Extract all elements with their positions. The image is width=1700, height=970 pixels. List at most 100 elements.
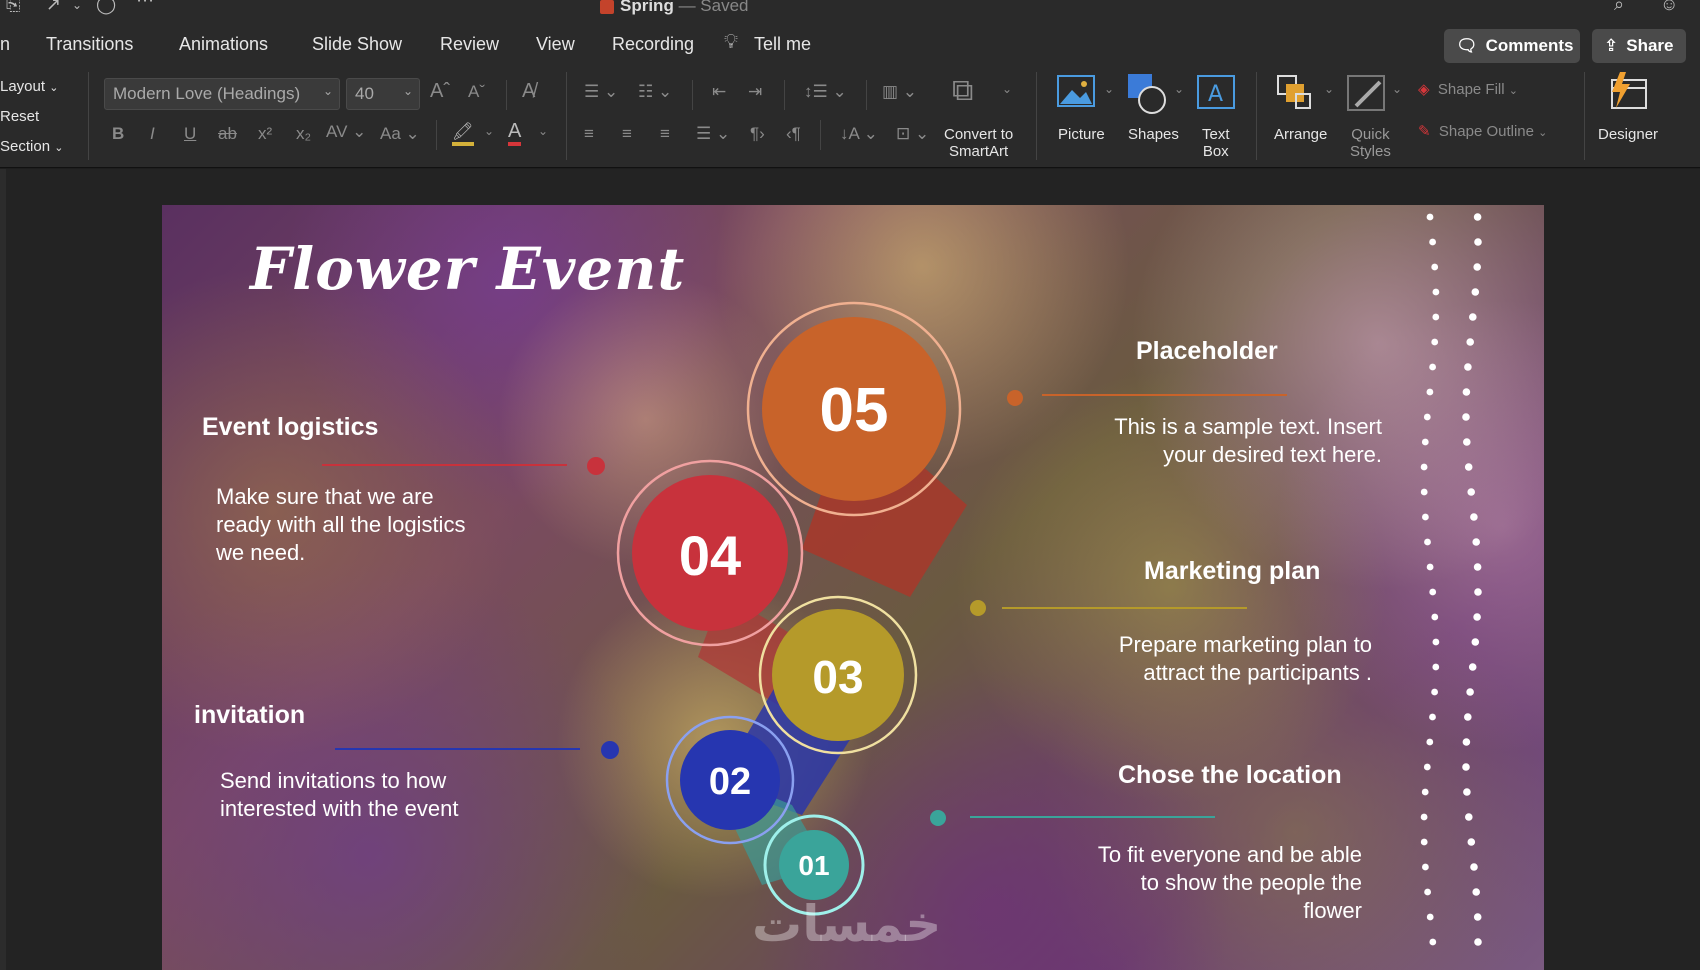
account-icon[interactable]: ☺ [1660,0,1678,15]
account-switch-icon[interactable]: ⎘ [6,0,20,15]
location-text-line: to show the people the [1140,870,1362,895]
bullets-icon[interactable]: ☰ ⌄ [584,82,618,102]
subscript-icon[interactable]: x₂ [296,124,311,144]
highlight-color-icon[interactable]: 🖍︎ [452,122,474,146]
decrease-indent-icon[interactable]: ⇤ [712,82,726,102]
smartart-icon[interactable]: ⧉ [952,74,973,108]
save-status[interactable]: — Saved [679,0,749,15]
ribbon-separator [566,72,567,160]
convert-smartart-label-2: SmartArt [949,143,1009,160]
italic-icon[interactable]: I [150,124,155,144]
invitation-text[interactable]: Send invitations to how interested with … [220,767,560,823]
font-size-combo[interactable]: 40 ⌄ [346,78,420,110]
repeat-icon[interactable]: ◯ [96,0,116,15]
tab-slide-show[interactable]: Slide Show [312,34,402,55]
justify-icon[interactable]: ☰ ⌄ [696,124,730,144]
shape-outline-button[interactable]: ✎ Shape Outline ⌄ [1418,122,1547,140]
arrange-icon[interactable] [1276,74,1316,114]
quick-styles-button[interactable]: Quick Styles [1350,126,1391,160]
shapes-icon[interactable] [1126,72,1170,116]
marketing-plan-heading[interactable]: Marketing plan [1144,557,1320,586]
slide[interactable]: 05 04 03 02 01 Flower Event Placeholder … [162,205,1544,970]
lightbulb-icon: 💡︎ [724,31,738,53]
thumbnail-pane-edge[interactable] [0,169,6,970]
shapes-button[interactable]: Shapes [1128,126,1179,143]
decrease-font-size-icon[interactable]: Aˇ [468,82,485,102]
chevron-down-icon[interactable]: ⌄ [1174,82,1184,96]
columns-icon[interactable]: ▥ ⌄ [882,82,917,102]
chevron-down-icon[interactable]: ⌄ [538,124,548,138]
tab-view[interactable]: View [536,34,575,55]
align-left-icon[interactable]: ≡ [584,124,594,144]
chevron-down-icon: ⌄ [402,84,413,98]
picture-icon[interactable] [1056,74,1096,110]
rtl-direction-icon[interactable]: ‹¶ [786,124,801,144]
shape-fill-button[interactable]: ◈ Shape Fill ⌄ [1418,80,1518,98]
ribbon-separator [1256,72,1257,160]
chevron-down-icon[interactable]: ⌄ [1324,82,1334,96]
ribbon-separator [1584,72,1585,160]
tell-me-search[interactable]: Tell me [754,34,811,55]
picture-button[interactable]: Picture [1058,126,1105,143]
align-right-icon[interactable]: ≡ [660,124,670,144]
arrange-button[interactable]: Arrange [1274,126,1327,143]
line-spacing-icon[interactable]: ↕☰ ⌄ [804,82,847,102]
chevron-down-icon: ⌄ [1508,85,1518,97]
clear-formatting-icon[interactable]: A̸ [522,80,535,103]
tab-design[interactable]: n [0,34,10,55]
text-direction-icon[interactable]: ↓A ⌄ [840,124,878,144]
designer-button[interactable]: Designer [1598,126,1658,143]
ltr-direction-icon[interactable]: ¶› [750,124,765,144]
location-text[interactable]: To fit everyone and be able to show the … [972,841,1362,925]
redo-icon[interactable]: ↗ [46,0,61,15]
marketing-plan-text[interactable]: Prepare marketing plan to attract the pa… [1002,631,1372,687]
strikethrough-icon[interactable]: ab [218,124,237,144]
chevron-down-icon[interactable]: ⌄ [1002,82,1012,96]
tab-recording[interactable]: Recording [612,34,694,55]
chevron-down-icon[interactable]: ⌄ [1392,82,1402,96]
slide-title[interactable]: Flower Event [250,235,685,303]
event-logistics-heading[interactable]: Event logistics [202,413,378,442]
placeholder-heading[interactable]: Placeholder [1136,337,1278,366]
align-center-icon[interactable]: ≡ [622,124,632,144]
increase-indent-icon[interactable]: ⇥ [748,82,762,102]
redo-dropdown-icon[interactable]: ⌄ [72,0,82,12]
more-icon[interactable]: ⋯ [136,0,154,11]
comments-button[interactable]: 🗨︎ Comments [1444,29,1580,63]
increase-font-size-icon[interactable]: Aˆ [430,80,450,103]
ribbon-tabs: n Transitions Animations Slide Show Revi… [0,22,1700,66]
quick-styles-icon[interactable] [1346,74,1388,114]
convert-smartart-button[interactable]: Convert to SmartArt [944,126,1013,160]
decorative-dot [1432,638,1440,646]
reset-button[interactable]: Reset [0,108,39,125]
search-icon[interactable]: ⌕ [1614,0,1624,15]
align-text-icon[interactable]: ⊡ ⌄ [896,124,929,144]
decorative-dot [1472,888,1480,896]
text-box-icon[interactable]: A [1196,74,1236,110]
designer-icon[interactable] [1606,70,1650,114]
font-color-icon[interactable]: A [508,120,522,146]
change-case-icon[interactable]: Aa ⌄ [380,124,420,144]
numbering-icon[interactable]: ☷ ⌄ [638,82,672,102]
layout-button[interactable]: Layout ⌄ [0,78,58,95]
bold-icon[interactable]: B [112,124,124,144]
chevron-down-icon[interactable]: ⌄ [484,124,494,138]
tab-review[interactable]: Review [440,34,499,55]
character-spacing-icon[interactable]: AV ⌄ [326,122,366,142]
text-box-button[interactable]: Text Box [1202,126,1230,160]
chevron-down-icon[interactable]: ⌄ [1104,82,1114,96]
tab-transitions[interactable]: Transitions [46,34,133,55]
invitation-heading[interactable]: invitation [194,701,305,730]
font-name-combo[interactable]: Modern Love (Headings) ⌄ [104,78,340,110]
placeholder-text[interactable]: This is a sample text. Insert your desir… [1022,413,1382,469]
decorative-dot [1431,613,1439,621]
share-button[interactable]: ⇪ Share [1592,29,1686,63]
decorative-dot [1462,413,1470,421]
underline-icon[interactable]: U [184,124,196,144]
tab-animations[interactable]: Animations [179,34,268,55]
decorative-dot [1473,913,1482,921]
section-button[interactable]: Section ⌄ [0,138,63,155]
location-heading[interactable]: Chose the location [1118,761,1342,790]
event-logistics-text[interactable]: Make sure that we are ready with all the… [216,483,546,567]
superscript-icon[interactable]: x² [258,124,272,144]
